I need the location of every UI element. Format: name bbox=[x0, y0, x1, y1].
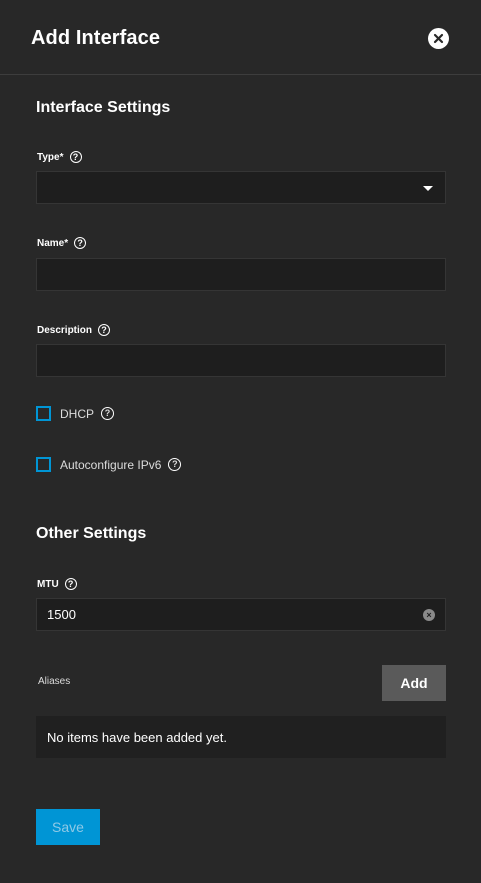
chevron-down-icon bbox=[423, 186, 433, 191]
interface-settings-title: Interface Settings bbox=[36, 99, 171, 116]
description-label: Description ? bbox=[37, 324, 111, 336]
type-select[interactable] bbox=[36, 171, 446, 204]
name-label-text: Name bbox=[37, 237, 65, 249]
close-button[interactable] bbox=[428, 28, 449, 49]
name-label: Name* ? bbox=[37, 237, 87, 249]
help-icon[interactable]: ? bbox=[64, 578, 77, 590]
help-icon[interactable]: ? bbox=[74, 237, 87, 249]
help-icon[interactable]: ? bbox=[69, 151, 82, 163]
dialog-header: Add Interface bbox=[0, 0, 481, 75]
add-alias-button[interactable]: Add bbox=[382, 665, 446, 701]
dialog-title: Add Interface bbox=[31, 27, 161, 49]
description-input[interactable] bbox=[36, 344, 446, 377]
help-icon[interactable]: ? bbox=[98, 324, 111, 336]
help-icon[interactable]: ? bbox=[168, 458, 182, 471]
empty-message: No items have been added yet. bbox=[47, 729, 227, 745]
mtu-label-text: MTU bbox=[37, 578, 59, 590]
dhcp-checkbox[interactable] bbox=[36, 406, 51, 421]
ipv6-checkbox[interactable] bbox=[36, 457, 51, 472]
other-settings-title: Other Settings bbox=[36, 525, 147, 542]
type-required-mark: * bbox=[59, 151, 64, 163]
description-label-text: Description bbox=[37, 324, 93, 336]
ipv6-label: Autoconfigure IPv6 bbox=[60, 457, 162, 472]
dhcp-row: DHCP ? bbox=[36, 406, 115, 421]
aliases-label: Aliases bbox=[38, 676, 71, 687]
name-input[interactable] bbox=[36, 258, 446, 291]
aliases-empty-list: No items have been added yet. bbox=[36, 716, 446, 758]
close-icon bbox=[433, 33, 444, 44]
clear-icon[interactable]: × bbox=[423, 609, 435, 621]
dhcp-label: DHCP bbox=[60, 406, 95, 421]
type-label-text: Type bbox=[37, 151, 60, 163]
mtu-input-value: 1500 bbox=[47, 607, 76, 622]
ipv6-row: Autoconfigure IPv6 ? bbox=[36, 457, 182, 472]
save-button[interactable]: Save bbox=[36, 809, 100, 845]
help-icon[interactable]: ? bbox=[101, 407, 115, 420]
name-required-mark: * bbox=[64, 237, 69, 249]
mtu-input[interactable]: 1500 × bbox=[36, 598, 446, 631]
type-label: Type* ? bbox=[37, 151, 82, 163]
mtu-label: MTU ? bbox=[37, 578, 77, 590]
